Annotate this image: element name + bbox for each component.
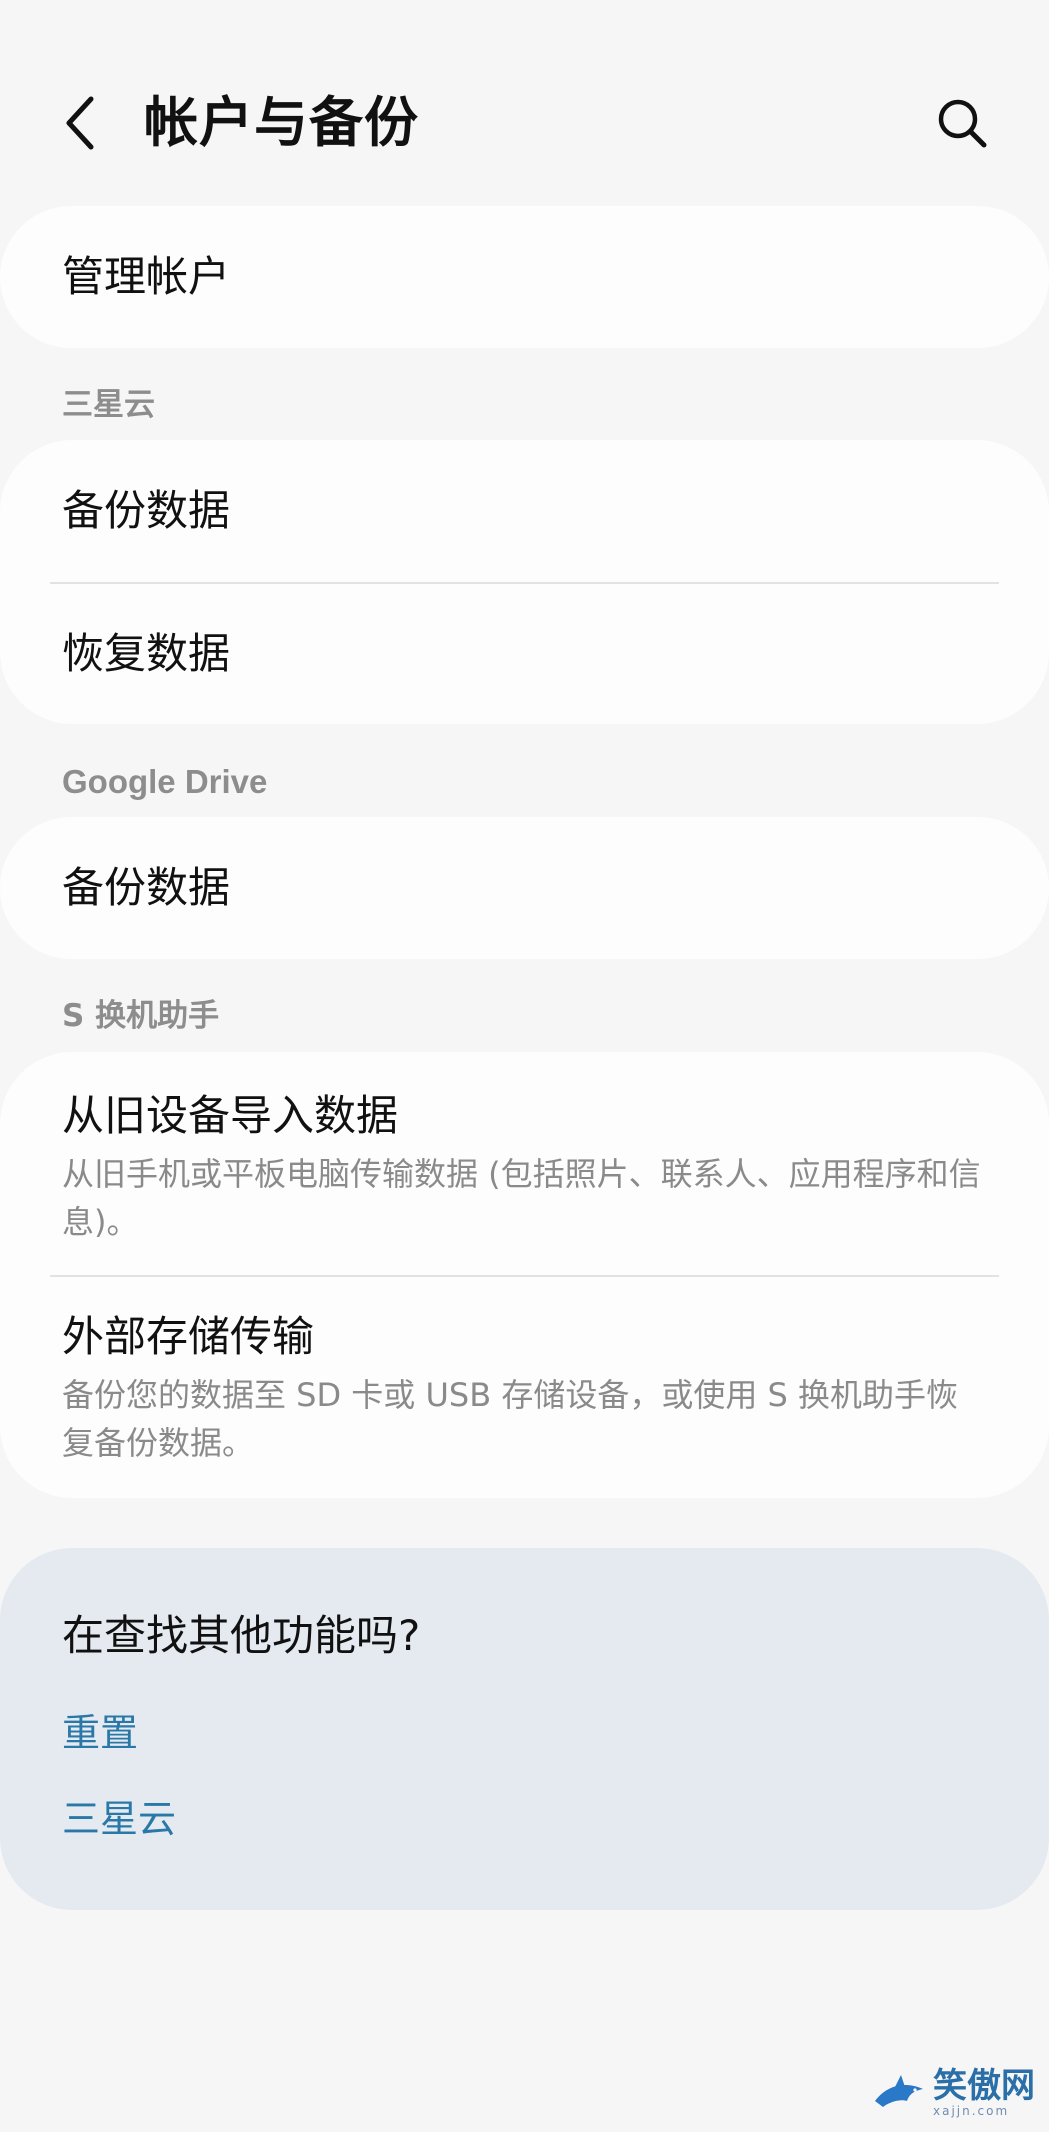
smart-switch-card: 从旧设备导入数据 从旧手机或平板电脑传输数据 (包括照片、联系人、应用程序和信息…: [0, 1052, 1049, 1498]
shark-logo-icon: [875, 2075, 923, 2107]
samsung-cloud-backup-item[interactable]: 备份数据: [0, 440, 1049, 583]
chevron-left-icon: [66, 96, 94, 150]
watermark-text: 笑傲网: [933, 2066, 1035, 2106]
manage-accounts-card: 管理帐户: [0, 206, 1049, 348]
samsung-cloud-restore-item[interactable]: 恢复数据: [0, 583, 1049, 724]
section-label-samsung-cloud: 三星云: [62, 387, 155, 423]
section-label-smart-switch: S 换机助手: [62, 998, 220, 1034]
external-storage-transfer-label: 外部存储传输: [62, 1312, 315, 1361]
manage-accounts-item[interactable]: 管理帐户: [0, 206, 1049, 305]
suggestions-title: 在查找其他功能吗?: [62, 1611, 421, 1660]
suggestion-link-reset[interactable]: 重置: [62, 1708, 138, 1758]
google-drive-backup-item[interactable]: 备份数据: [0, 817, 1049, 916]
watermark-sub: xajjn.com: [933, 2104, 1010, 2118]
samsung-cloud-backup-label: 备份数据: [62, 486, 231, 535]
import-from-old-device-label: 从旧设备导入数据: [62, 1091, 399, 1140]
suggestions-card: 在查找其他功能吗? 重置 三星云: [0, 1548, 1049, 1910]
import-from-old-device-description: 从旧手机或平板电脑传输数据 (包括照片、联系人、应用程序和信息)。: [62, 1155, 981, 1241]
external-storage-transfer-item[interactable]: 外部存储传输 备份您的数据至 SD 卡或 USB 存储设备，或使用 S 换机助手…: [0, 1275, 1049, 1498]
back-button[interactable]: [52, 88, 108, 158]
watermark: 笑傲网 xajjn.com: [873, 2068, 1035, 2118]
account-backup-page: 帐户与备份 管理帐户 三星云 备份数据 恢复数据 Google Drive 备份…: [0, 0, 1049, 2132]
import-from-old-device-item[interactable]: 从旧设备导入数据 从旧手机或平板电脑传输数据 (包括照片、联系人、应用程序和信息…: [0, 1052, 1049, 1275]
samsung-cloud-restore-label: 恢复数据: [62, 629, 231, 678]
page-title: 帐户与备份: [144, 91, 419, 154]
app-bar: 帐户与备份: [0, 0, 1049, 200]
samsung-cloud-card: 备份数据 恢复数据: [0, 440, 1049, 724]
suggestion-link-samsung-cloud[interactable]: 三星云: [62, 1794, 176, 1844]
manage-accounts-label: 管理帐户: [62, 252, 231, 301]
google-drive-backup-label: 备份数据: [62, 863, 231, 912]
search-icon: [938, 99, 987, 148]
google-drive-card: 备份数据: [0, 817, 1049, 959]
section-label-google-drive: Google Drive: [62, 763, 268, 800]
external-storage-transfer-description: 备份您的数据至 SD 卡或 USB 存储设备，或使用 S 换机助手恢复备份数据。: [62, 1376, 958, 1462]
search-button[interactable]: [927, 88, 997, 158]
